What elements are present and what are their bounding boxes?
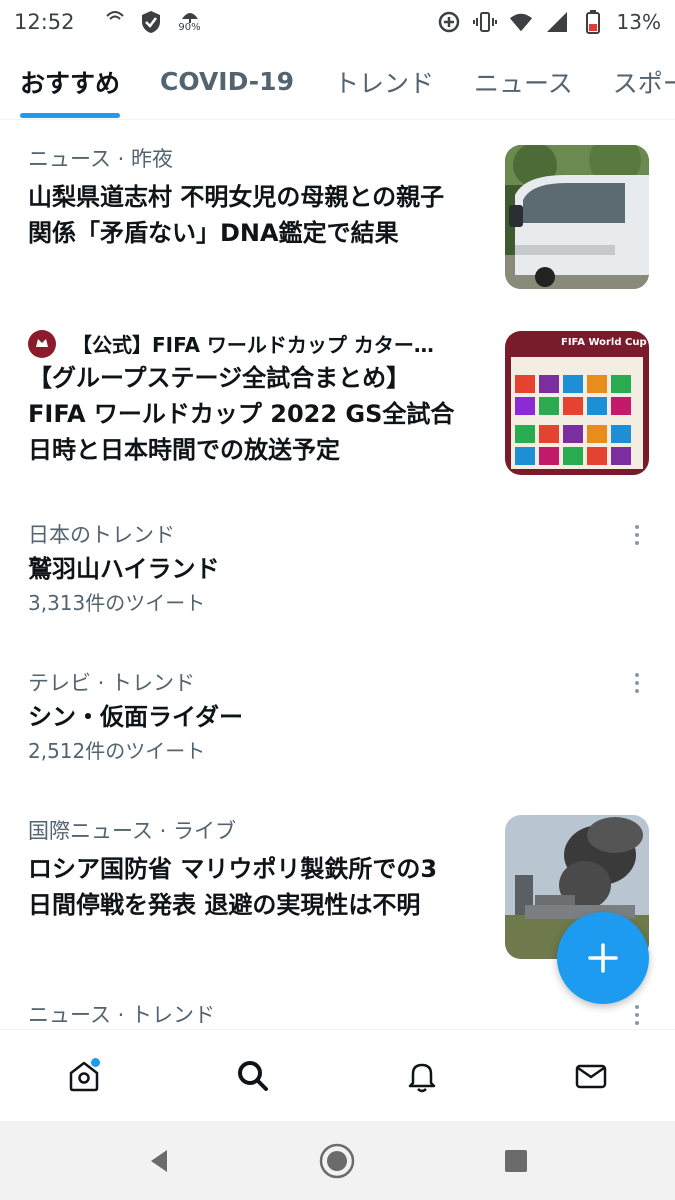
system-back-button[interactable] <box>134 1136 184 1186</box>
tab-label: トレンド <box>333 68 434 98</box>
call-forward-icon <box>103 10 127 34</box>
item-headline: 【グループステージ全試合まとめ】 <box>28 364 411 392</box>
trend-item[interactable]: ニュース · トレンド <box>28 999 649 1029</box>
data-saver-icon <box>437 10 461 34</box>
item-headline: 関係「矛盾ない」DNA鑑定で結果 <box>28 219 399 247</box>
battery-level: 13% <box>616 10 661 34</box>
item-meta: 日本のトレンド <box>28 523 175 547</box>
search-icon <box>238 1060 269 1091</box>
shield-icon <box>139 10 163 34</box>
item-meta: 【公式】FIFA ワールドカップ カター… <box>72 333 434 357</box>
bell-icon <box>408 1063 436 1092</box>
recents-icon <box>504 1149 527 1172</box>
system-navigation-bar <box>0 1121 675 1200</box>
home-circle-icon <box>320 1143 355 1178</box>
vibrate-icon <box>472 10 497 34</box>
item-headline: 山梨県道志村 不明女児の母親との親子 <box>28 183 445 211</box>
tab-news[interactable]: ニュース <box>454 44 593 119</box>
news-item[interactable]: ニュース · 昨夜 山梨県道志村 不明女児の母親との親子 関係「矛盾ない」DNA… <box>28 143 649 293</box>
tab-recommended[interactable]: おすすめ <box>0 44 140 119</box>
status-bar: 12:52 90% 13% <box>0 0 675 44</box>
item-meta: テレビ · トレンド <box>28 671 196 695</box>
trend-item[interactable]: 日本のトレンド 鷲羽山ハイランド 3,313件のツイート <box>28 519 649 629</box>
explore-tabs: おすすめ COVID-19 トレンド ニュース スポーツ <box>0 44 675 120</box>
notification-dot <box>91 1057 101 1067</box>
nav-notifications-button[interactable] <box>392 1046 452 1106</box>
news-item[interactable]: 国際ニュース · ライブ ロシア国防省 マリウポリ製鉄所での3 日間停戦を発表 … <box>28 815 649 965</box>
item-headline: 日間停戦を発表 退避の実現性は不明 <box>28 891 421 919</box>
nav-messages-button[interactable] <box>561 1046 621 1106</box>
trend-item[interactable]: テレビ · トレンド シン・仮面ライダー 2,512件のツイート <box>28 667 649 777</box>
more-options-icon[interactable] <box>625 523 649 547</box>
tab-trending[interactable]: トレンド <box>314 44 454 119</box>
wifi-icon <box>509 10 533 34</box>
plus-icon <box>588 943 618 973</box>
nav-home-button[interactable] <box>54 1046 114 1106</box>
fifa-schedule-thumbnail: FIFA World Cup Q <box>505 331 649 475</box>
mail-icon <box>575 1064 606 1088</box>
item-headline: FIFA ワールドカップ 2022 GS全試合 <box>28 400 455 428</box>
item-headline: ロシア国防省 マリウポリ製鉄所での3 <box>28 855 438 883</box>
news-thumbnail-van <box>505 145 649 289</box>
rain-chance: 90% <box>178 22 201 33</box>
tab-label: ニュース <box>474 68 573 98</box>
tweet-count: 3,313件のツイート <box>28 591 206 615</box>
item-headline: 日時と日本時間での放送予定 <box>28 436 340 464</box>
signal-icon <box>545 10 569 34</box>
umbrella-icon: 90% <box>175 10 205 34</box>
tab-label: COVID-19 <box>160 67 294 96</box>
nav-search-button[interactable] <box>223 1046 283 1106</box>
fifa-account-avatar <box>28 329 56 358</box>
back-icon <box>151 1149 168 1172</box>
system-recents-button[interactable] <box>491 1136 541 1186</box>
status-time: 12:52 <box>14 10 75 34</box>
tab-label: スポーツ <box>612 68 675 98</box>
tab-label: おすすめ <box>20 68 121 98</box>
tab-indicator <box>20 112 121 118</box>
item-meta: ニュース · トレンド <box>28 1003 215 1027</box>
compose-tweet-button[interactable] <box>557 912 649 1004</box>
battery-icon <box>581 10 605 34</box>
more-options-icon[interactable] <box>625 1003 649 1027</box>
news-item[interactable]: 【公式】FIFA ワールドカップ カター… 【グループステージ全試合まとめ】 F… <box>28 329 649 489</box>
tab-sports[interactable]: スポーツ <box>593 44 675 119</box>
tweet-count: 2,512件のツイート <box>28 739 206 763</box>
system-home-button[interactable] <box>312 1136 362 1186</box>
item-headline: 鷲羽山ハイランド <box>28 555 220 583</box>
explore-feed: ニュース · 昨夜 山梨県道志村 不明女児の母親との親子 関係「矛盾ない」DNA… <box>0 121 675 1029</box>
tab-covid19[interactable]: COVID-19 <box>140 44 314 119</box>
item-headline: シン・仮面ライダー <box>28 703 244 731</box>
more-options-icon[interactable] <box>625 671 649 695</box>
bottom-navigation <box>0 1029 675 1121</box>
